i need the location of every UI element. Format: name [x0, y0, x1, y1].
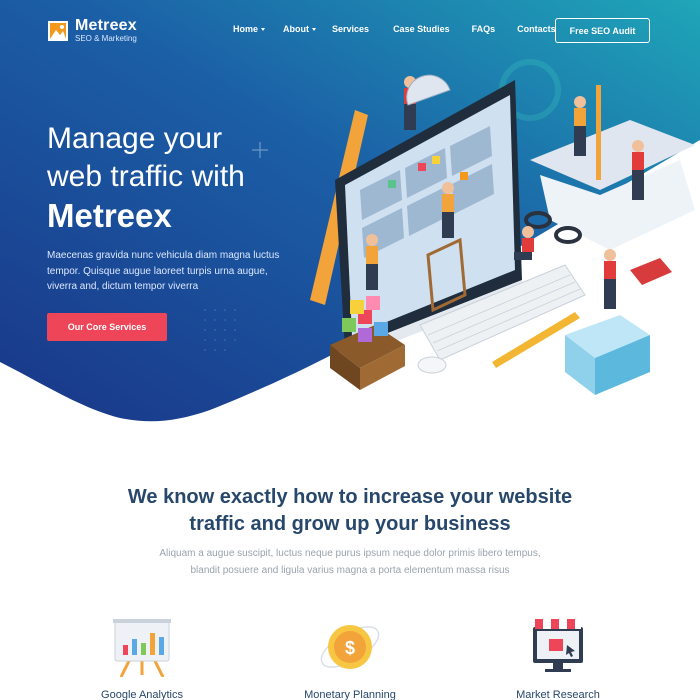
svg-text:$: $ — [345, 638, 355, 658]
nav-item-home[interactable]: Home — [233, 24, 266, 34]
nav-item-label: Contacts — [517, 24, 556, 34]
main-menu: Home About Services Case Studies FAQs Co… — [233, 24, 556, 34]
feature-label: Market Research — [516, 689, 600, 700]
nav-item-label: About — [283, 24, 310, 34]
hero-title: Manage your web traffic with Metreex — [47, 120, 317, 236]
feature-market-research[interactable]: Market Research — [478, 615, 638, 700]
analytics-easel-icon — [107, 615, 177, 678]
brand-logo[interactable]: Metreex SEO & Marketing — [47, 18, 137, 44]
hero-section: Metreex SEO & Marketing Home About Servi… — [0, 0, 700, 430]
feature-google-analytics[interactable]: Google Analytics — [62, 615, 222, 700]
nav-item-about[interactable]: About — [283, 24, 317, 34]
section-heading-line1: We know exactly how to increase your web… — [127, 486, 573, 508]
our-core-services-button[interactable]: Our Core Services — [47, 313, 167, 341]
nav-item-label: Case Studies — [393, 24, 450, 34]
hero-title-line1: Manage your — [47, 122, 223, 155]
section-description: Aliquam a augue suscipit, luctus neque p… — [0, 545, 700, 579]
free-seo-audit-button[interactable]: Free SEO Audit — [555, 18, 650, 43]
device-icon — [630, 258, 672, 285]
caret-down-icon — [261, 27, 266, 31]
shop-monitor-icon — [523, 615, 593, 677]
isometric-team-illustration — [310, 74, 695, 395]
nav-item-label: Services — [332, 24, 370, 34]
section-heading: We know exactly how to increase your web… — [0, 484, 700, 538]
feature-label: Google Analytics — [101, 689, 183, 700]
feature-monetary-planning[interactable]: $ Monetary Planning — [270, 615, 430, 700]
nav-item-label: FAQs — [471, 24, 496, 34]
nav-item-services[interactable]: Services — [332, 24, 369, 34]
section-description-line2: blandit posuere and ligula varius magna … — [190, 565, 510, 576]
hero-title-brand: Metreex — [47, 197, 172, 234]
nav-item-case-studies[interactable]: Case Studies — [393, 24, 450, 34]
top-navigation: Metreex SEO & Marketing Home About Servi… — [0, 0, 700, 62]
feature-label: Monetary Planning — [304, 689, 396, 700]
section-description-line1: Aliquam a augue suscipit, luctus neque p… — [159, 548, 541, 559]
caret-down-icon — [312, 27, 317, 31]
hero-description: Maecenas gravida nunc vehicula diam magn… — [47, 250, 280, 292]
nav-item-faqs[interactable]: FAQs — [472, 24, 496, 34]
hero-title-line2: web traffic with — [47, 160, 245, 193]
pedestal-icon — [565, 315, 650, 395]
dollar-coin-icon: $ — [315, 615, 385, 677]
nav-item-contacts[interactable]: Contacts — [517, 24, 556, 34]
mouse-icon — [417, 356, 447, 374]
nav-item-label: Home — [233, 24, 259, 34]
brand-tagline: SEO & Marketing — [75, 34, 137, 43]
brand-name: Metreex — [75, 17, 137, 34]
section-heading-line2: traffic and grow up your business — [189, 513, 511, 535]
logo-icon — [47, 20, 69, 42]
